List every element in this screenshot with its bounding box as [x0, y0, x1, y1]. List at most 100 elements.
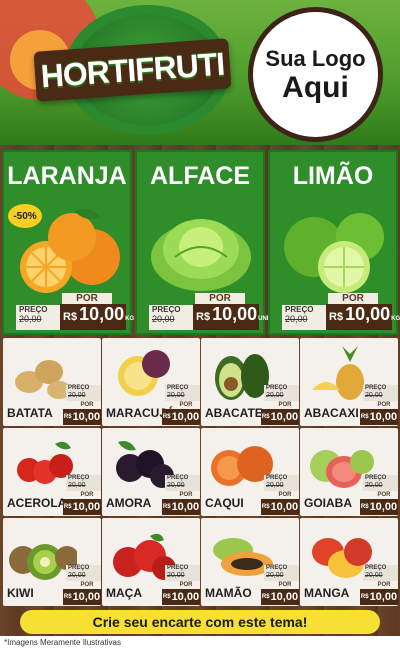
por-label: POR: [377, 582, 391, 588]
header: HORTIFRUTI Sua Logo Aqui: [0, 0, 400, 145]
preco-label: PREÇO: [266, 565, 288, 571]
currency: R$: [261, 414, 270, 420]
preco-label: PREÇO: [68, 565, 90, 571]
logo-placeholder[interactable]: Sua Logo Aqui: [253, 12, 378, 137]
current-price: R$ 10,00: [360, 499, 398, 515]
preco-label: PREÇO: [266, 475, 288, 481]
old-price: 20,00: [167, 572, 185, 579]
old-price: 20,00: [167, 482, 185, 489]
old-price: 20,00: [19, 314, 42, 324]
por-label: POR: [179, 402, 193, 408]
product-name: BATATA: [7, 406, 53, 420]
old-price-box: PREÇO 20,00: [165, 385, 200, 401]
discount-badge: -50%: [8, 204, 42, 228]
currency: R$: [63, 504, 72, 510]
product-name: ABACAXI: [304, 406, 359, 420]
featured-name: LIMÃO: [292, 162, 374, 190]
price-value: 10,00: [171, 411, 200, 423]
current-price: R$ 10,00: [63, 499, 101, 515]
logo-line-2: Aqui: [282, 70, 349, 104]
logo-line-1: Sua Logo: [265, 45, 366, 71]
product-card: MANGA PREÇO 20,00 POR R$ 10,00: [300, 518, 398, 606]
price-value: 10,00: [369, 501, 398, 513]
por-label: POR: [278, 492, 292, 498]
currency: R$: [360, 414, 369, 420]
price-value: 10,00: [212, 304, 258, 324]
old-price: 20,00: [266, 482, 284, 489]
featured-name: LARANJA: [7, 162, 127, 190]
price-value: 10,00: [369, 411, 398, 423]
product-name: KIWI: [7, 586, 34, 600]
old-price: 20,00: [68, 482, 86, 489]
price-value: 10,00: [369, 591, 398, 603]
price-value: 10,00: [171, 591, 200, 603]
price-value: 10,00: [270, 501, 299, 513]
product-card: MAMÃO PREÇO 20,00 POR R$ 10,00: [201, 518, 299, 606]
por-label: POR: [328, 293, 378, 304]
lime-icon: [284, 213, 384, 293]
featured-panel-alface: ALFACE POR PREÇO 20,00 R$ 10,00 UNID: [135, 150, 273, 335]
por-label: POR: [80, 402, 94, 408]
preco-label: PREÇO: [365, 475, 387, 481]
featured-name: ALFACE: [150, 162, 250, 190]
current-price: R$ 10,00: [261, 589, 299, 605]
unit: KG: [391, 316, 400, 322]
product-name: MANGA: [304, 586, 350, 600]
preco-label: PREÇO: [68, 385, 90, 391]
old-price-box: PREÇO 20,00: [149, 305, 193, 330]
old-price-box: PREÇO 20,00: [264, 475, 299, 491]
preco-label: PREÇO: [167, 385, 189, 391]
old-price: 20,00: [266, 572, 284, 579]
old-price: 20,00: [266, 392, 284, 399]
old-price: 20,00: [152, 314, 175, 324]
preco-label: PREÇO: [19, 305, 48, 314]
old-price: 20,00: [68, 572, 86, 579]
currency: R$: [63, 594, 72, 600]
por-label: POR: [278, 582, 292, 588]
por-label: POR: [179, 492, 193, 498]
por-label: POR: [377, 402, 391, 408]
currency: R$: [162, 504, 171, 510]
current-price: R$ 10,00: [261, 499, 299, 515]
por-label: POR: [80, 582, 94, 588]
current-price: R$ 10,00: [63, 589, 101, 605]
product-card: AMORA PREÇO 20,00 POR R$ 10,00: [102, 428, 200, 516]
product-name: CAQUI: [205, 496, 244, 510]
por-label: POR: [195, 293, 245, 304]
price-value: 10,00: [270, 591, 299, 603]
current-price: R$ 10,00: [63, 409, 101, 425]
product-name: MAÇA: [106, 586, 142, 600]
current-price: R$ 10,00: [162, 589, 200, 605]
product-card: CAQUI PREÇO 20,00 POR R$ 10,00: [201, 428, 299, 516]
por-label: POR: [179, 582, 193, 588]
product-name: MAMÃO: [205, 586, 252, 600]
por-label: POR: [80, 492, 94, 498]
current-price: R$ 10,00: [360, 589, 398, 605]
brand-title: HORTIFRUTI: [39, 45, 226, 94]
product-card: MAÇA PREÇO 20,00 POR R$ 10,00: [102, 518, 200, 606]
featured-panel-limao: LIMÃO POR PREÇO 20,00 R$ 10,00 KG: [268, 150, 400, 335]
old-price-box: PREÇO 20,00: [66, 385, 101, 401]
old-price-box: PREÇO 20,00: [165, 565, 200, 581]
por-label: POR: [377, 492, 391, 498]
price-value: 10,00: [79, 304, 125, 324]
old-price: 20,00: [365, 572, 383, 579]
product-card: GOIABA PREÇO 20,00 POR R$ 10,00: [300, 428, 398, 516]
product-name: GOIABA: [304, 496, 352, 510]
product-name: AMORA: [106, 496, 152, 510]
current-price: R$ 10,00: [162, 409, 200, 425]
cta-button[interactable]: Crie seu encarte com este tema!: [20, 610, 380, 634]
currency: R$: [63, 414, 72, 420]
price-value: 10,00: [171, 501, 200, 513]
old-price-box: PREÇO 20,00: [66, 565, 101, 581]
old-price-box: PREÇO 20,00: [66, 475, 101, 491]
old-price: 20,00: [365, 392, 383, 399]
currency: R$: [261, 504, 270, 510]
product-name: ABACATE: [205, 406, 263, 420]
preco-label: PREÇO: [285, 305, 314, 314]
preco-label: PREÇO: [152, 305, 181, 314]
preco-label: PREÇO: [365, 385, 387, 391]
old-price-box: PREÇO 20,00: [16, 305, 60, 330]
current-price: R$ 10,00 KG: [326, 304, 400, 330]
price-value: 10,00: [72, 591, 101, 603]
